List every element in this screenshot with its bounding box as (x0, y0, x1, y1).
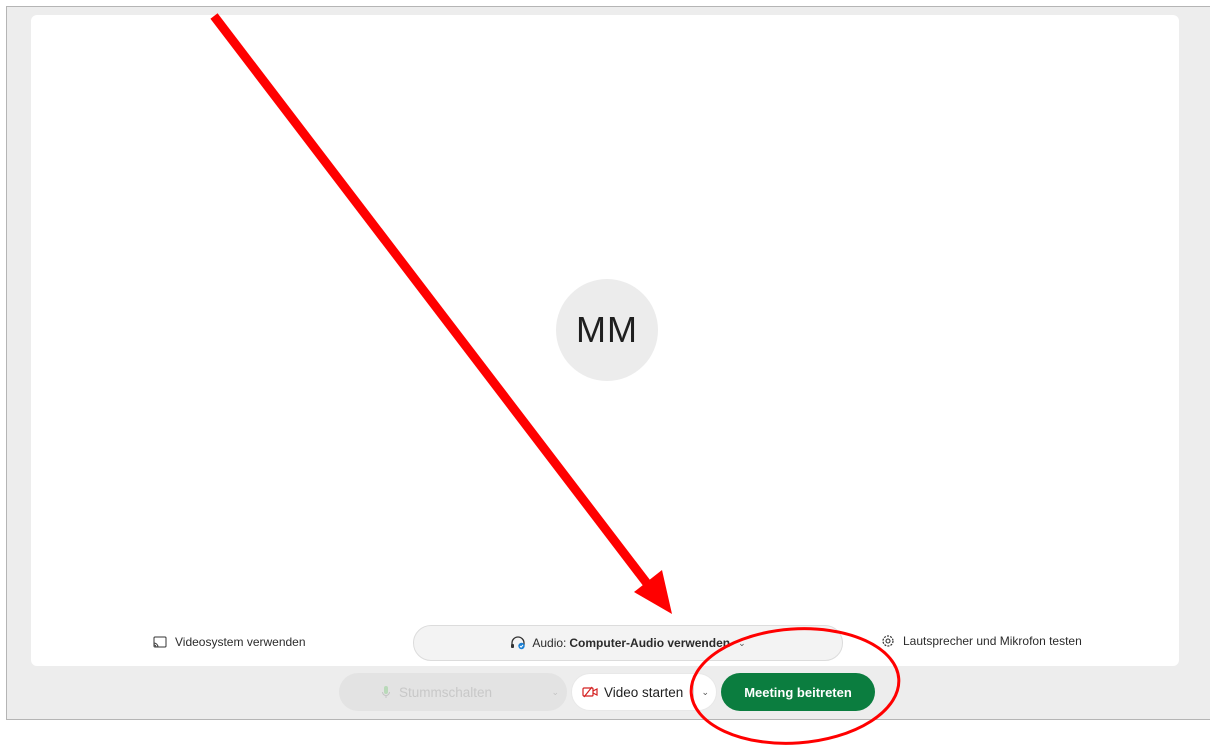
start-video-button[interactable]: Video starten ⌄ (571, 673, 717, 711)
join-meeting-button[interactable]: Meeting beitreten (721, 673, 875, 711)
mute-button[interactable]: Stummschalten ⌄ (339, 673, 567, 711)
chevron-down-icon[interactable]: ⌄ (551, 687, 559, 698)
chevron-down-icon[interactable]: ⌄ (701, 687, 709, 698)
video-off-icon (582, 686, 598, 698)
audio-prefix: Audio: (532, 636, 567, 650)
video-system-option[interactable]: Videosystem verwenden (153, 635, 306, 649)
avatar-initials: MM (576, 309, 638, 350)
headset-icon (511, 636, 526, 650)
divider (693, 680, 694, 706)
gear-icon (882, 635, 894, 647)
join-label: Meeting beitreten (744, 684, 852, 700)
meeting-preview-window: MM Videosystem verwenden Audio: Computer… (6, 6, 1210, 720)
microphone-icon (382, 686, 390, 698)
chevron-down-icon: ⌄ (738, 637, 746, 648)
test-label: Lautsprecher und Mikrofon testen (903, 634, 1082, 648)
cast-icon (153, 636, 167, 648)
audio-value: Computer-Audio verwenden (569, 636, 731, 650)
avatar: MM (556, 279, 658, 381)
mute-label: Stummschalten (399, 684, 493, 700)
video-system-label: Videosystem verwenden (175, 635, 306, 649)
video-label: Video starten (604, 684, 684, 700)
test-speaker-mic-option[interactable]: Lautsprecher und Mikrofon testen (881, 634, 1082, 648)
audio-select[interactable]: Audio: Computer-Audio verwenden ⌄ (413, 625, 843, 661)
video-preview-panel: MM Videosystem verwenden Audio: Computer… (31, 15, 1179, 666)
